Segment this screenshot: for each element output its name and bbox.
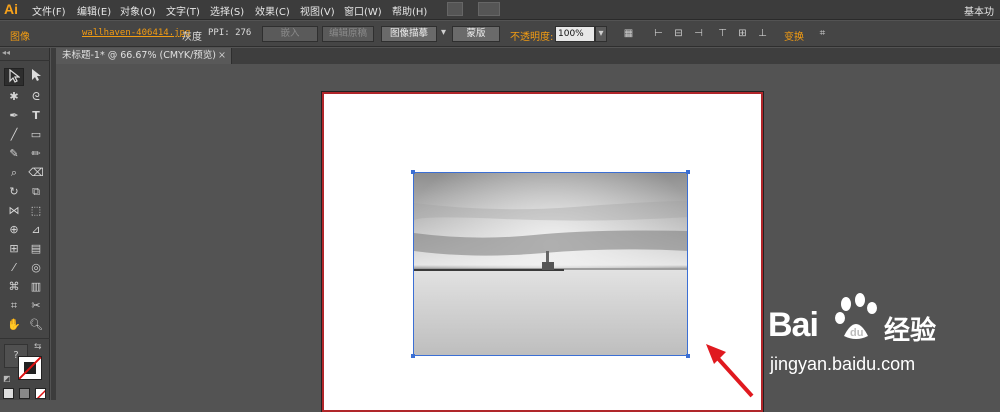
close-tab-icon[interactable]: × <box>218 48 226 64</box>
hand-tool-icon[interactable]: ✋ <box>4 316 24 334</box>
align-left-icon[interactable]: ⊢ <box>652 27 665 40</box>
align-right-icon[interactable]: ⊣ <box>692 27 705 40</box>
align-vertical-center-icon[interactable]: ⊞ <box>736 27 749 40</box>
placed-image[interactable] <box>413 172 688 356</box>
swap-fill-stroke-icon[interactable]: ⇆ <box>34 342 42 352</box>
gradient-button-icon[interactable] <box>19 388 30 399</box>
align-bottom-icon[interactable]: ⊥ <box>756 27 769 40</box>
tools-panel: ◂◂ ✱ ᘓ ✒ T ╱ ▭ ✎ ✏ ⌕ ⌫ ↻ ⧉ ⋈ ⬚ ⊕ ⊿ ⊞ ▤ ⁄… <box>0 48 50 400</box>
workspace-switcher[interactable]: 基本功 <box>964 3 994 18</box>
free-transform-tool-icon[interactable]: ⬚ <box>26 202 46 220</box>
menu-edit[interactable]: 编辑(E) <box>77 3 111 18</box>
shape-builder-tool-icon[interactable]: ⊕ <box>4 221 24 239</box>
document-tab-title: 未标题-1* @ 66.67% (CMYK/预览) <box>62 50 216 61</box>
menu-effect[interactable]: 效果(C) <box>255 3 290 18</box>
opacity-dropdown-icon[interactable]: ▾ <box>595 26 607 42</box>
pen-tool-icon[interactable]: ✒ <box>4 107 24 125</box>
pencil-tool-icon[interactable]: ✏ <box>26 145 46 163</box>
svg-text:du: du <box>850 327 863 339</box>
blend-tool-icon[interactable]: ◎ <box>26 259 46 277</box>
image-trace-button[interactable]: 图像描摹 <box>381 26 437 42</box>
isolate-object-icon[interactable]: ⌗ <box>816 27 829 40</box>
column-graph-tool-icon[interactable]: ▥ <box>26 278 46 296</box>
selection-type-label[interactable]: 图像 <box>10 28 30 43</box>
menu-type[interactable]: 文字(T) <box>166 3 200 18</box>
blob-brush-tool-icon[interactable]: ⌕ <box>4 164 24 182</box>
stroke-swatch[interactable] <box>18 356 42 380</box>
bridge-icon[interactable] <box>447 2 463 16</box>
edit-original-button[interactable]: 编辑原稿 <box>322 26 374 42</box>
menu-object[interactable]: 对象(O) <box>120 3 156 18</box>
type-tool-icon[interactable]: T <box>26 107 46 125</box>
image-trace-dropdown-icon[interactable]: ▾ <box>437 26 450 39</box>
rectangle-tool-icon[interactable]: ▭ <box>26 126 46 144</box>
magic-wand-tool-icon[interactable]: ✱ <box>4 88 24 106</box>
align-top-icon[interactable]: ⊤ <box>716 27 729 40</box>
control-bar: 图像 wallhaven-406414.jpg 灰度 PPI: 276 嵌入 编… <box>0 21 1000 47</box>
eraser-tool-icon[interactable]: ⌫ <box>26 164 46 182</box>
menu-select[interactable]: 选择(S) <box>210 3 244 18</box>
selection-handle-top-left[interactable] <box>411 170 415 174</box>
selection-handle-top-right[interactable] <box>686 170 690 174</box>
menu-view[interactable]: 视图(V) <box>300 3 335 18</box>
none-button-icon[interactable] <box>35 388 46 399</box>
symbol-sprayer-tool-icon[interactable]: ⌘ <box>4 278 24 296</box>
menu-help[interactable]: 帮助(H) <box>392 3 427 18</box>
color-mode-buttons <box>3 388 47 400</box>
slice-tool-icon[interactable]: ✂ <box>26 297 46 315</box>
rotate-tool-icon[interactable]: ↻ <box>4 183 24 201</box>
ppi-label: PPI: 276 <box>208 28 252 38</box>
mesh-tool-icon[interactable]: ⊞ <box>4 240 24 258</box>
paw-logo-icon: du <box>835 293 877 339</box>
opacity-input[interactable]: 100% <box>555 26 595 42</box>
selection-tool-icon[interactable] <box>4 68 24 86</box>
color-button-icon[interactable] <box>3 388 14 399</box>
collapse-panel-icon[interactable]: ◂◂ <box>2 48 10 57</box>
app-logo: Ai <box>4 1 18 17</box>
selection-handle-bottom-right[interactable] <box>686 354 690 358</box>
arrange-documents-icon[interactable] <box>478 2 500 16</box>
watermark-brand: Bai <box>768 306 819 344</box>
zoom-tool-icon[interactable]: 🔍︎ <box>26 316 46 334</box>
annotation-arrow <box>706 344 754 398</box>
paintbrush-tool-icon[interactable]: ✎ <box>4 145 24 163</box>
color-mode-label: 灰度 <box>182 32 202 43</box>
line-tool-icon[interactable]: ╱ <box>4 126 24 144</box>
menu-bar: Ai 文件(F) 编辑(E) 对象(O) 文字(T) 选择(S) 效果(C) 视… <box>0 0 1000 20</box>
opacity-label[interactable]: 不透明度: <box>510 28 553 43</box>
default-fill-stroke-icon[interactable]: ◩ <box>3 374 11 383</box>
document-tab-bar: 未标题-1* @ 66.67% (CMYK/预览) × <box>56 48 1000 64</box>
direct-selection-tool-icon[interactable] <box>26 68 46 86</box>
transform-link[interactable]: 变换 <box>784 28 804 43</box>
watermark-brand-suffix: 经验 <box>884 316 937 346</box>
watermark-url: jingyan.baidu.com <box>770 354 916 374</box>
lasso-tool-icon[interactable]: ᘓ <box>26 88 46 106</box>
align-to-icon[interactable]: ▦ <box>622 27 635 40</box>
menu-window[interactable]: 窗口(W) <box>344 3 382 18</box>
linked-file-link[interactable]: wallhaven-406414.jpg <box>82 28 190 38</box>
menu-file[interactable]: 文件(F) <box>32 3 66 18</box>
mask-button[interactable]: 蒙版 <box>452 26 500 42</box>
align-horizontal-center-icon[interactable]: ⊟ <box>672 27 685 40</box>
panel-divider <box>51 48 56 400</box>
selection-handle-bottom-left[interactable] <box>411 354 415 358</box>
width-tool-icon[interactable]: ⋈ <box>4 202 24 220</box>
embed-button[interactable]: 嵌入 <box>262 26 318 42</box>
scale-tool-icon[interactable]: ⧉ <box>26 183 46 201</box>
document-tab[interactable]: 未标题-1* @ 66.67% (CMYK/预览) × <box>56 48 232 64</box>
baidu-jingyan-watermark: du Bai 经验 jingyan.baidu.com <box>768 286 1000 386</box>
perspective-grid-tool-icon[interactable]: ⊿ <box>26 221 46 239</box>
eyedropper-tool-icon[interactable]: ⁄ <box>4 259 24 277</box>
gradient-tool-icon[interactable]: ▤ <box>26 240 46 258</box>
artboard-tool-icon[interactable]: ⌗ <box>4 297 24 315</box>
